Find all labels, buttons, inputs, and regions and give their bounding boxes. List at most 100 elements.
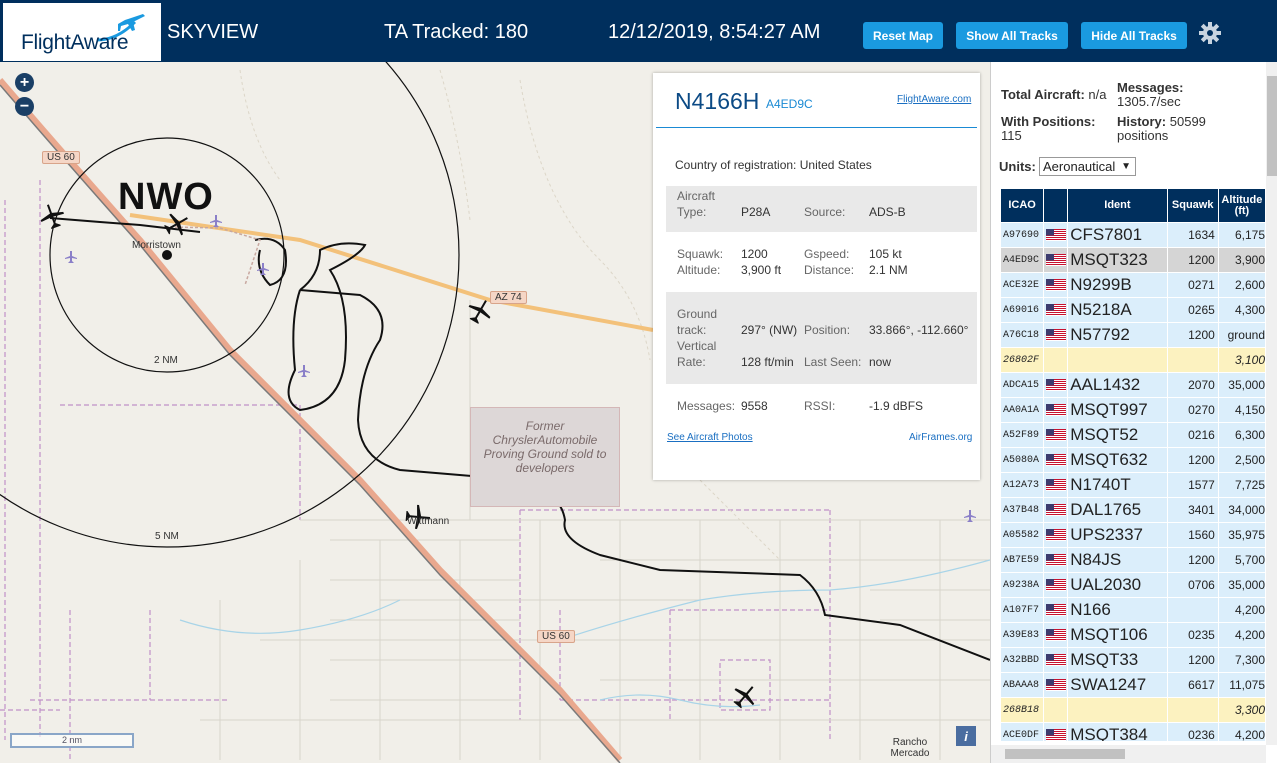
ident-cell: MSQT52 — [1068, 423, 1167, 447]
messages-stat: Messages: 1305.7/sec — [1117, 81, 1227, 109]
table-row[interactable]: A5080A MSQT632 1200 2,500 — [1001, 448, 1265, 472]
aircraft-list-panel: Total Aircraft: n/a Messages: 1305.7/sec… — [990, 62, 1277, 763]
squawk-cell: 2070 — [1167, 373, 1218, 397]
squawk-cell: 3401 — [1167, 498, 1218, 522]
ident-cell: N1740T — [1068, 473, 1167, 497]
table-row[interactable]: A76C18 N57792 1200 ground — [1001, 323, 1265, 347]
us-flag-icon — [1046, 579, 1067, 592]
table-row[interactable]: AA0A1A MSQT997 0270 4,150 — [1001, 398, 1265, 422]
table-row[interactable]: ADCA15 AAL1432 2070 35,000 — [1001, 373, 1265, 397]
altitude-cell: 3,300 — [1218, 698, 1265, 722]
table-row[interactable]: A4ED9C MSQT323 1200 3,900 — [1001, 248, 1265, 272]
show-all-tracks-button[interactable]: Show All Tracks — [956, 22, 1068, 49]
table-header-row: ICAO Ident Squawk Altitude (ft) — [1001, 189, 1265, 222]
flag-cell — [1044, 248, 1068, 272]
zoom-out-button[interactable]: − — [15, 97, 34, 116]
history-label: History: — [1117, 114, 1167, 129]
altitude-cell: 11,075 — [1218, 673, 1265, 697]
table-row[interactable]: A39E83 MSQT106 0235 4,200 — [1001, 623, 1265, 647]
aircraft-icon[interactable] — [38, 202, 66, 230]
us-flag-icon — [1046, 229, 1067, 242]
icao-cell: ACE0DF — [1001, 723, 1044, 741]
vertical-scrollbar[interactable] — [1266, 62, 1277, 745]
aircraft-photos-link[interactable]: See Aircraft Photos — [667, 432, 753, 443]
flightaware-link[interactable]: FlightAware.com — [897, 94, 971, 105]
table-row[interactable]: A97690 CFS7801 1634 6,175 — [1001, 223, 1265, 247]
gear-icon[interactable] — [1198, 21, 1222, 45]
gspeed-label: Gspeed: — [804, 247, 850, 261]
column-header-icao[interactable]: ICAO — [1001, 189, 1044, 222]
altitude-cell: 2,500 — [1218, 448, 1265, 472]
reset-map-button[interactable]: Reset Map — [863, 22, 943, 49]
table-row[interactable]: ACE32E N9299B 0271 2,600 — [1001, 273, 1265, 297]
table-row[interactable]: A52F89 MSQT52 0216 6,300 — [1001, 423, 1265, 447]
units-label: Units: — [999, 159, 1036, 174]
aircraft-icon[interactable] — [731, 682, 759, 710]
flag-cell — [1044, 298, 1068, 322]
column-header-ident[interactable]: Ident — [1068, 189, 1167, 222]
table-row[interactable]: A69016 N5218A 0265 4,300 — [1001, 298, 1265, 322]
column-header-altitude[interactable]: Altitude (ft) — [1218, 189, 1265, 222]
squawk-cell: 1634 — [1167, 223, 1218, 247]
table-row[interactable]: A37B48 DAL1765 3401 34,000 — [1001, 498, 1265, 522]
us-flag-icon — [1046, 604, 1067, 617]
ident-cell: N84JS — [1068, 548, 1167, 572]
table-row[interactable]: ABAAA8 SWA1247 6617 11,075 — [1001, 673, 1265, 697]
flag-cell — [1044, 498, 1068, 522]
table-row[interactable]: ACE0DF MSQT384 0236 4,200 — [1001, 723, 1265, 741]
hide-all-tracks-button[interactable]: Hide All Tracks — [1081, 22, 1187, 49]
table-row[interactable]: A9238A UAL2030 0706 35,000 — [1001, 573, 1265, 597]
info-button[interactable]: i — [956, 726, 976, 746]
aircraft-table: ICAO Ident Squawk Altitude (ft) A97690 CF… — [1000, 188, 1266, 741]
squawk-label: Squawk: — [677, 247, 724, 261]
altitude-cell: 4,200 — [1218, 598, 1265, 622]
icao-cell: ACE32E — [1001, 273, 1044, 297]
table-row[interactable]: A32BBD MSQT33 1200 7,300 — [1001, 648, 1265, 672]
units-select[interactable]: Aeronautical ▼ — [1039, 157, 1136, 176]
icao-cell: AB7E59 — [1001, 548, 1044, 572]
vertical-rate-value: 128 ft/min — [741, 355, 794, 369]
scrollbar-thumb[interactable] — [1267, 76, 1277, 176]
road-shield-az74: AZ 74 — [490, 291, 527, 304]
logo-text: FlightAware — [21, 31, 129, 54]
table-row[interactable]: 268B18 3,300 — [1001, 698, 1265, 722]
aircraft-type-label: Aircraft Type: — [677, 189, 716, 219]
icao-cell: A97690 — [1001, 223, 1044, 247]
table-row[interactable]: 26802F 3,100 — [1001, 348, 1265, 372]
flag-cell — [1044, 448, 1068, 472]
horizontal-scrollbar[interactable] — [991, 745, 1266, 763]
squawk-cell: 0270 — [1167, 398, 1218, 422]
column-header-squawk[interactable]: Squawk — [1167, 189, 1218, 222]
ident-cell: UAL2030 — [1068, 573, 1167, 597]
us-flag-icon — [1046, 329, 1067, 342]
column-header-flag[interactable] — [1044, 189, 1068, 222]
table-row[interactable]: AB7E59 N84JS 1200 5,700 — [1001, 548, 1265, 572]
vertical-rate-label: Vertical Rate: — [677, 339, 717, 369]
airframes-link[interactable]: AirFrames.org — [909, 432, 972, 443]
flag-cell — [1044, 373, 1068, 397]
aircraft-table-wrapper[interactable]: ICAO Ident Squawk Altitude (ft) A97690 CF… — [1000, 188, 1266, 741]
us-flag-icon — [1046, 479, 1067, 492]
table-row[interactable]: A05582 UPS2337 1560 35,975 — [1001, 523, 1265, 547]
table-row[interactable]: A12A73 N1740T 1577 7,725 — [1001, 473, 1265, 497]
squawk-cell: 1200 — [1167, 548, 1218, 572]
flag-cell — [1044, 523, 1068, 547]
table-row[interactable]: A107F7 N166 4,200 — [1001, 598, 1265, 622]
flag-cell — [1044, 673, 1068, 697]
flightaware-logo[interactable]: FlightAware — [3, 3, 161, 61]
messages-label: Messages: — [1117, 80, 1184, 95]
distance-value: 2.1 NM — [869, 263, 908, 277]
altitude-cell: 35,000 — [1218, 573, 1265, 597]
altitude-cell: 4,200 — [1218, 623, 1265, 647]
messages-value: 9558 — [741, 399, 768, 413]
zoom-in-button[interactable]: + — [15, 73, 34, 92]
us-flag-icon — [1046, 304, 1067, 317]
us-flag-icon — [1046, 654, 1067, 667]
flag-cell — [1044, 223, 1068, 247]
source-value: ADS-B — [869, 205, 906, 219]
altitude-cell: 5,700 — [1218, 548, 1265, 572]
total-aircraft-label: Total Aircraft: — [1001, 87, 1085, 102]
scrollbar-thumb[interactable] — [1005, 749, 1125, 759]
altitude-cell: ground — [1218, 323, 1265, 347]
icao-cell: A76C18 — [1001, 323, 1044, 347]
